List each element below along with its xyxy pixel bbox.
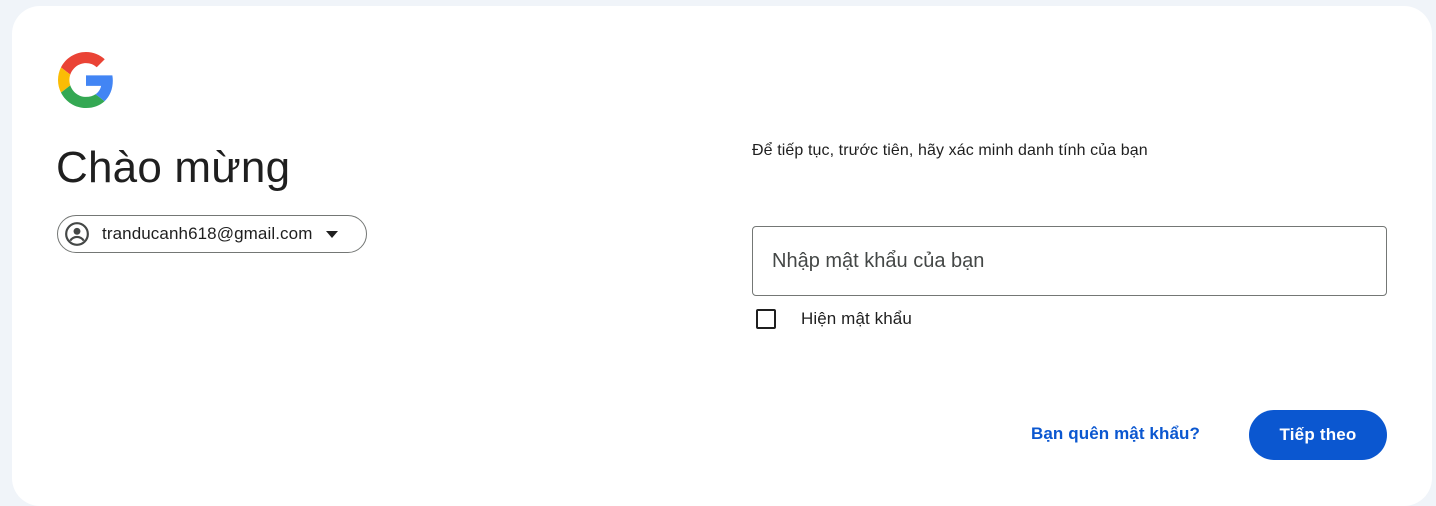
signin-card: Chào mừng tranducanh618@gmail.com Để tiế… bbox=[12, 6, 1432, 506]
account-email: tranducanh618@gmail.com bbox=[102, 224, 313, 243]
caret-down-icon bbox=[326, 230, 339, 238]
next-button[interactable]: Tiếp theo bbox=[1249, 410, 1387, 460]
password-input[interactable] bbox=[752, 226, 1387, 296]
show-password-label: Hiện mật khẩu bbox=[801, 309, 912, 328]
account-circle-icon bbox=[63, 220, 91, 248]
account-chooser-chip[interactable]: tranducanh618@gmail.com bbox=[57, 215, 367, 253]
google-g-logo-icon bbox=[58, 52, 114, 108]
show-password-toggle[interactable]: Hiện mật khẩu bbox=[756, 309, 912, 329]
identity-instructions: Để tiếp tục, trước tiên, hãy xác minh da… bbox=[752, 142, 1148, 159]
page-title: Chào mừng bbox=[56, 143, 291, 192]
show-password-checkbox[interactable] bbox=[756, 309, 776, 329]
forgot-password-link[interactable]: Bạn quên mật khẩu? bbox=[1031, 424, 1200, 444]
